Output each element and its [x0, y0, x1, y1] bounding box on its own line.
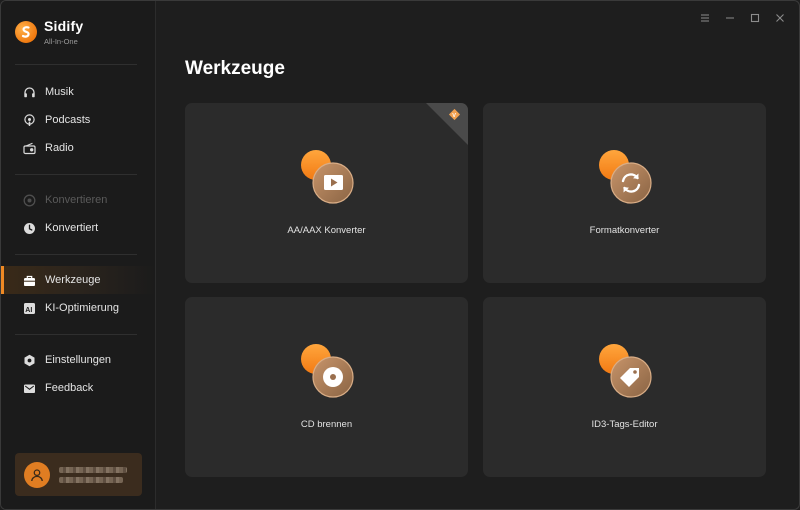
tool-card-label: ID3-Tags-Editor: [591, 419, 658, 430]
sidebar-item-ki-optimierung[interactable]: AI KI-Optimierung: [1, 294, 155, 322]
sidebar-item-radio[interactable]: Radio: [1, 134, 155, 162]
user-info-redacted: [59, 463, 127, 487]
clock-icon: [22, 221, 36, 235]
tool-card-label: CD brennen: [300, 419, 353, 430]
menu-icon[interactable]: [698, 13, 712, 26]
sidebar-item-musik[interactable]: Musik: [1, 78, 155, 106]
video-play-icon: [301, 150, 354, 204]
user-account-box[interactable]: [15, 453, 142, 496]
close-icon[interactable]: [773, 13, 787, 26]
minimize-icon[interactable]: [723, 13, 737, 26]
svg-text:V: V: [452, 113, 456, 119]
toolbox-icon: [22, 273, 36, 287]
divider: [15, 334, 137, 335]
radio-icon: [22, 141, 36, 155]
pro-badge-icon: V: [448, 108, 461, 121]
refresh-icon: [599, 150, 652, 204]
podcast-icon: [22, 113, 36, 127]
sidebar-item-label: KI-Optimierung: [45, 302, 119, 314]
sidebar-item-label: Podcasts: [45, 114, 91, 126]
sidebar-item-label: Einstellungen: [45, 354, 112, 366]
divider: [15, 254, 137, 255]
tag-icon: [599, 344, 652, 398]
sidebar-item-label: Musik: [45, 86, 74, 98]
mail-icon: [22, 381, 36, 395]
app-window: Sidify All-In-One Musik Podcasts Radio K…: [0, 0, 800, 510]
convert-icon: [22, 193, 36, 207]
sidebar-item-feedback[interactable]: Feedback: [1, 374, 155, 402]
pro-corner: [426, 103, 468, 145]
svg-text:AI: AI: [25, 306, 32, 313]
sidebar-item-werkzeuge[interactable]: Werkzeuge: [1, 266, 155, 294]
tool-card-formatkonverter[interactable]: Formatkonverter: [483, 103, 766, 283]
divider: [15, 64, 137, 65]
sidebar-item-einstellungen[interactable]: Einstellungen: [1, 346, 155, 374]
sidify-logo-icon: [15, 21, 37, 43]
sidebar-item-label: Feedback: [45, 382, 94, 394]
sidebar-item-label: Radio: [45, 142, 74, 154]
sidebar: Sidify All-In-One Musik Podcasts Radio K…: [1, 1, 156, 509]
sidebar-item-label: Konvertiert: [45, 222, 99, 234]
page-title: Werkzeuge: [185, 58, 285, 79]
disc-icon: [301, 344, 354, 398]
sidebar-item-konvertieren[interactable]: Konvertieren: [1, 186, 155, 214]
app-name: Sidify: [44, 18, 84, 34]
sidebar-item-podcasts[interactable]: Podcasts: [1, 106, 155, 134]
user-icon: [31, 468, 43, 481]
sidebar-item-konvertiert[interactable]: Konvertiert: [1, 214, 155, 242]
tool-card-label: AA/AAX Konverter: [287, 225, 366, 236]
gear-icon: [22, 353, 36, 367]
sidebar-item-label: Werkzeuge: [45, 274, 101, 286]
app-subtitle: All-In-One: [44, 37, 78, 46]
maximize-icon[interactable]: [748, 13, 762, 26]
sidebar-item-label: Konvertieren: [45, 194, 108, 206]
avatar: [24, 461, 50, 488]
headphones-icon: [22, 85, 36, 99]
tool-card-cd-brennen[interactable]: CD brennen: [185, 297, 468, 477]
tool-card-aa-aax-konverter[interactable]: V AA/AAX Konverter: [185, 103, 468, 283]
brand: Sidify All-In-One: [15, 18, 83, 46]
tool-card-label: Formatkonverter: [589, 225, 660, 236]
divider: [15, 174, 137, 175]
tool-card-id3-tags-editor[interactable]: ID3-Tags-Editor: [483, 297, 766, 477]
ai-icon: AI: [22, 301, 36, 315]
